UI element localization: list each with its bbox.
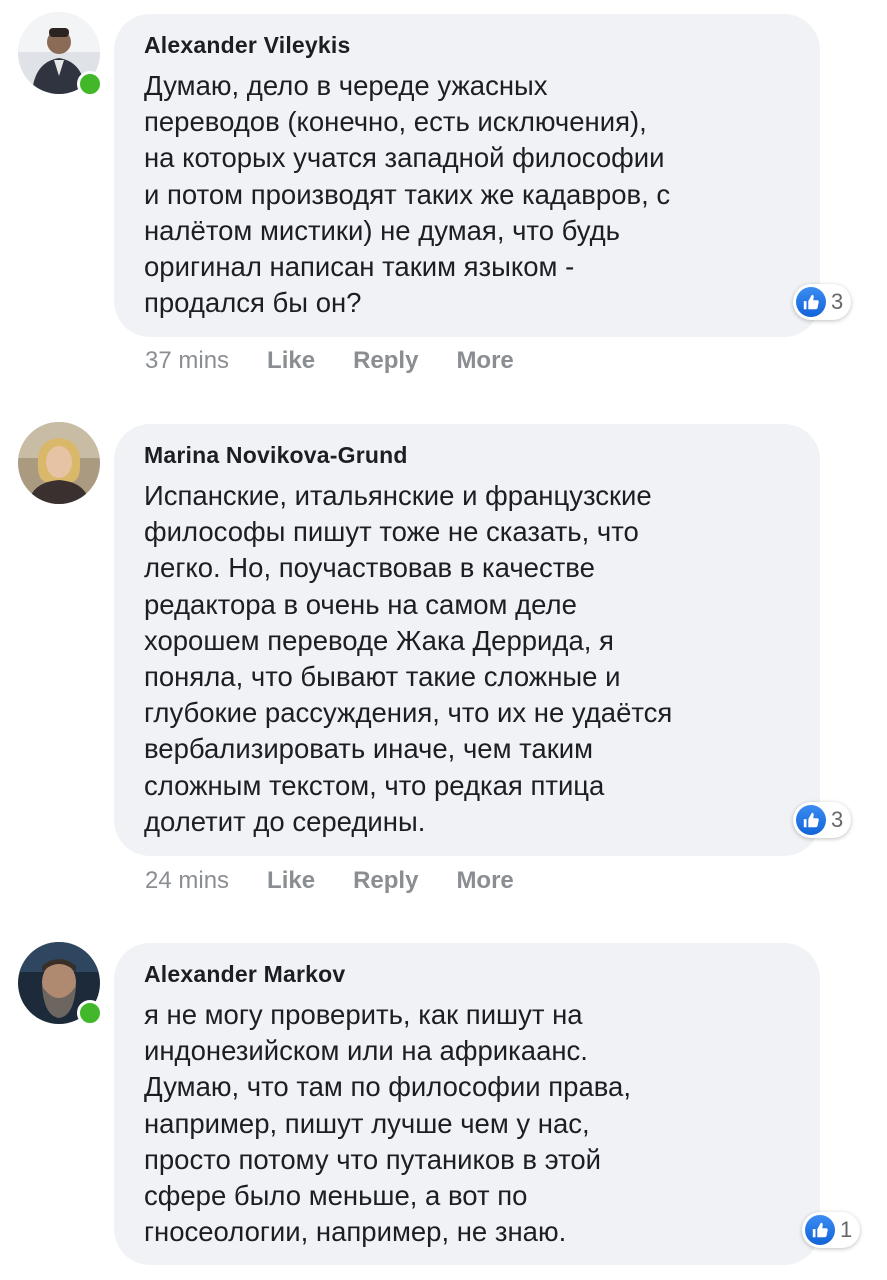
comment-bubble[interactable]: Alexander Vileykis Думаю, дело в череде … bbox=[114, 14, 820, 337]
comment-text: я не могу проверить, как пишут на индоне… bbox=[144, 999, 631, 1248]
online-status-indicator bbox=[77, 1000, 103, 1026]
like-button[interactable]: Like bbox=[267, 347, 315, 375]
comment-bubble[interactable]: Alexander Markov я не могу проверить, ка… bbox=[114, 943, 820, 1265]
reply-button[interactable]: Reply bbox=[353, 867, 418, 895]
reaction-count-badge[interactable]: 1 bbox=[802, 1212, 861, 1248]
like-reaction-icon bbox=[796, 805, 826, 835]
avatar[interactable] bbox=[18, 422, 100, 504]
reply-button[interactable]: Reply bbox=[353, 347, 418, 375]
comment-author[interactable]: Marina Novikova-Grund bbox=[144, 438, 790, 472]
comment-timestamp[interactable]: 37 mins bbox=[145, 347, 229, 375]
comment-actions: 37 mins Like Reply More bbox=[145, 347, 552, 375]
reaction-count: 3 bbox=[831, 807, 844, 832]
like-button[interactable]: Like bbox=[267, 867, 315, 895]
comment-text: Испанские, итальянские и французские фил… bbox=[144, 480, 673, 837]
comment-text: Думаю, дело в череде ужасных переводов (… bbox=[144, 70, 671, 319]
more-button[interactable]: More bbox=[456, 347, 513, 375]
like-reaction-icon bbox=[796, 287, 826, 317]
like-reaction-icon bbox=[805, 1215, 835, 1245]
comment-actions: 24 mins Like Reply More bbox=[145, 867, 552, 895]
reaction-count-badge[interactable]: 3 bbox=[793, 802, 852, 838]
comment-author[interactable]: Alexander Markov bbox=[144, 957, 790, 991]
comment-author[interactable]: Alexander Vileykis bbox=[144, 28, 790, 62]
more-button[interactable]: More bbox=[456, 867, 513, 895]
reaction-count-badge[interactable]: 3 bbox=[793, 284, 852, 320]
comment-timestamp[interactable]: 24 mins bbox=[145, 867, 229, 895]
comment-bubble[interactable]: Marina Novikova-Grund Испанские, итальян… bbox=[114, 424, 820, 856]
online-status-indicator bbox=[77, 71, 103, 97]
reaction-count: 3 bbox=[831, 289, 844, 314]
reaction-count: 1 bbox=[840, 1217, 853, 1242]
